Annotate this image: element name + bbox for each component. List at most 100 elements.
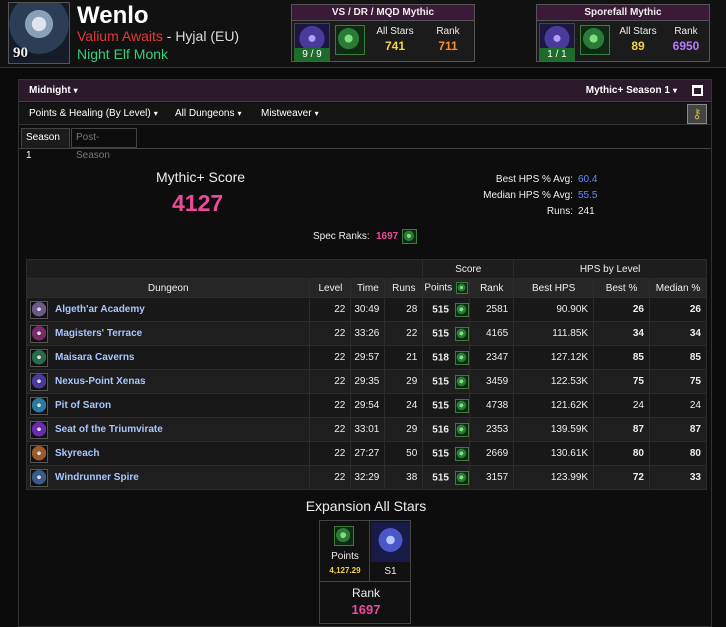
runs-label: Runs: [546,206,573,217]
table-row[interactable]: Magisters' Terrace 22 33:26 22 515 4165 111.85… [25,321,708,346]
level-cell: 22 [309,441,352,466]
median-pct-cell: 75 [648,369,708,394]
points-cell: 515 [422,441,471,466]
season-dropdown[interactable]: Mythic+ Season 1 ▾ [586,85,677,96]
spec-icon [402,229,417,244]
spec-dropdown[interactable]: Mistweaver ▾ [261,108,319,119]
season-1-label: S1 [384,566,397,577]
tab-post-season[interactable]: Post-Season [71,128,137,161]
dungeon-icon [30,373,48,391]
rank-label: Rank [436,26,460,37]
runs-cell: 21 [384,345,424,370]
level-cell: 22 [309,465,352,490]
col-dungeon[interactable]: Dungeon [25,278,311,298]
points-icon [454,446,469,461]
best-pct-cell: 26 [593,297,650,322]
metric-dropdown[interactable]: Points & Healing (By Level) ▾ [29,108,158,119]
points-cell: 515 [422,465,471,490]
col-rank[interactable]: Rank [469,278,515,298]
dungeon-name-link[interactable]: Magisters' Terrace [25,321,311,346]
points-icon [454,470,469,485]
rank-cell[interactable]: 3459 [469,369,515,394]
best-hps-avg-label: Best HPS % Avg: [495,174,573,185]
chevron-down-icon: ▾ [73,86,78,95]
season-1-cell[interactable]: S1 [370,521,411,582]
col-level[interactable]: Level [309,278,352,298]
points-icon [454,350,469,365]
dungeon-name-link[interactable]: Maisara Caverns [25,345,311,370]
best-pct-cell: 85 [593,345,650,370]
runs-cell: 29 [384,369,424,394]
dungeon-dropdown[interactable]: All Dungeons ▾ [175,108,242,119]
rank-cell[interactable]: 2669 [469,441,515,466]
table-row[interactable]: Pit of Saron 22 29:54 24 515 4738 121.62K 24 24 [25,393,708,418]
table-row[interactable]: Skyreach 22 27:27 50 515 2669 130.61K 80 80 [25,441,708,466]
expansion-points-value: 4,127.29 [329,566,361,575]
runs-cell: 22 [384,321,424,346]
time-cell: 33:01 [350,417,386,442]
best-hps-cell: 130.61K [513,441,595,466]
panel-topbar: Midnight ▾ Mythic+ Season 1 ▾ [19,80,711,102]
runs-cell: 24 [384,393,424,418]
best-hps-cell: 123.99K [513,465,595,490]
time-cell: 29:35 [350,369,386,394]
rank-label: Rank [674,26,698,37]
best-pct-cell: 75 [593,369,650,394]
points-cell: 515 [422,393,471,418]
expansion-points-cell: Points 4,127.29 [320,521,370,582]
tab-season-1[interactable]: Season 1 [21,128,70,161]
points-cell: 518 [422,345,471,370]
dungeon-name-link[interactable]: Skyreach [25,441,311,466]
guild-name-link[interactable]: Valium Awaits [77,28,163,44]
col-best-pct[interactable]: Best % [593,278,650,298]
points-cell: 515 [422,321,471,346]
guild-realm-line: Valium Awaits - Hyjal (EU) [77,28,239,44]
rank-cell[interactable]: 2581 [469,297,515,322]
points-cell: 516 [422,417,471,442]
median-pct-cell: 26 [648,297,708,322]
col-best-hps[interactable]: Best HPS [513,278,595,298]
median-pct-cell: 85 [648,345,708,370]
time-cell: 33:26 [350,321,386,346]
rank-cell[interactable]: 4738 [469,393,515,418]
dungeon-name-link[interactable]: Nexus-Point Xenas [25,369,311,394]
rank-cell[interactable]: 2353 [469,417,515,442]
allstars-label: All Stars [376,26,414,37]
table-row[interactable]: Windrunner Spire 22 32:29 38 515 3157 123.99K 7… [25,465,708,490]
rank-cell[interactable]: 4165 [469,321,515,346]
table-row[interactable]: Maisara Caverns 22 29:57 21 518 2347 127.12K 85… [25,345,708,370]
zone-dropdown[interactable]: Midnight ▾ [29,85,78,96]
raid-stat-box-vs-dr-mqd: VS / DR / MQD Mythic 9 / 9 All Stars 741… [291,4,475,62]
table-row[interactable]: Nexus-Point Xenas 22 29:35 29 515 3459 122.53K… [25,369,708,394]
best-pct-cell: 34 [593,321,650,346]
best-hps-cell: 121.62K [513,393,595,418]
best-hps-cell: 122.53K [513,369,595,394]
table-row[interactable]: Seat of the Triumvirate 22 33:01 29 516 2353 1… [25,417,708,442]
key-icon[interactable]: ⚷ [687,104,707,124]
col-median-pct[interactable]: Median % [648,278,708,298]
median-pct-cell: 24 [648,393,708,418]
time-cell: 27:27 [350,441,386,466]
points-icon [456,282,469,294]
best-hps-cell: 139.59K [513,417,595,442]
time-cell: 29:57 [350,345,386,370]
col-time[interactable]: Time [350,278,386,298]
table-row[interactable]: Algeth'ar Academy 22 30:49 28 515 2581 90.90K 2… [25,297,708,322]
dungeon-icon [30,301,48,319]
points-icon [454,326,469,341]
level-badge: 90 [13,45,28,61]
hps-group-header: HPS by Level [513,259,707,279]
season-1-image [371,522,410,562]
dungeon-name-link[interactable]: Seat of the Triumvirate [25,417,311,442]
dungeon-name-link[interactable]: Pit of Saron [25,393,311,418]
chevron-down-icon: ▾ [314,109,319,118]
dungeon-name-link[interactable]: Windrunner Spire [25,465,311,490]
median-hps-avg-value: 55.5 [578,190,598,201]
col-runs[interactable]: Runs [384,278,424,298]
rank-cell[interactable]: 2347 [469,345,515,370]
col-points[interactable]: Points [422,278,471,298]
dungeon-name-link[interactable]: Algeth'ar Academy [25,297,311,322]
rank-cell[interactable]: 3157 [469,465,515,490]
rank-value: 6950 [672,39,700,53]
maximize-icon[interactable] [692,85,703,96]
